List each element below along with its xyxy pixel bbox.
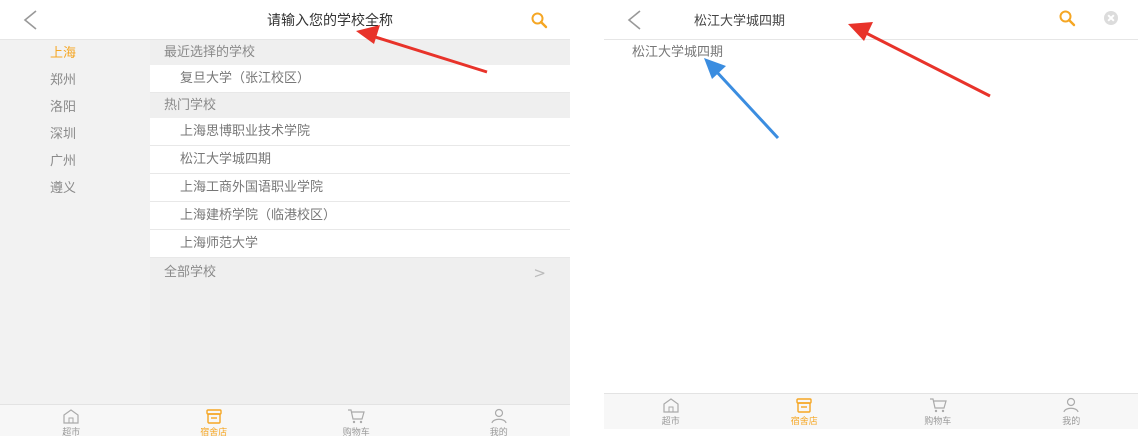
school-item[interactable]: 上海师范大学 xyxy=(150,230,570,258)
recent-schools-header: 最近选择的学校 xyxy=(150,40,570,65)
search-placeholder-title[interactable]: 请输入您的学校全称 xyxy=(150,10,510,30)
home-icon xyxy=(663,398,679,413)
tab-label: 购物车 xyxy=(924,417,952,427)
city-item-guangzhou[interactable]: 广州 xyxy=(0,148,150,175)
school-list: 最近选择的学校 复旦大学（张江校区） 热门学校 上海思博职业技术学院 松江大学城… xyxy=(150,40,570,404)
tab-label: 超市 xyxy=(661,417,680,427)
cart-icon xyxy=(348,409,366,424)
search-results-screen: 松江大学城四期 松江大学城四期 超市 宿舍店 购物车 我的 xyxy=(604,0,1138,436)
hot-schools-header: 热门学校 xyxy=(150,93,570,118)
city-item-shanghai[interactable]: 上海 xyxy=(0,40,150,67)
back-chevron-icon[interactable] xyxy=(20,8,42,32)
store-icon xyxy=(796,398,812,413)
tab-cart[interactable]: 购物车 xyxy=(871,394,1005,429)
tab-label: 我的 xyxy=(1062,417,1081,427)
school-item[interactable]: 上海建桥学院（临港校区） xyxy=(150,202,570,230)
all-schools-label: 全部学校 xyxy=(164,265,217,280)
tab-label: 我的 xyxy=(489,428,508,436)
home-icon xyxy=(63,409,79,424)
search-query-input[interactable]: 松江大学城四期 xyxy=(694,10,785,29)
tab-label: 宿舍店 xyxy=(790,417,818,427)
bottom-tab-bar: 超市 宿舍店 购物车 我的 xyxy=(0,404,570,436)
city-item-luoyang[interactable]: 洛阳 xyxy=(0,94,150,121)
clear-icon[interactable] xyxy=(1104,11,1118,25)
search-icon[interactable] xyxy=(1058,9,1076,27)
all-schools-row[interactable]: 全部学校 > xyxy=(150,258,570,288)
tab-label: 宿舍店 xyxy=(200,428,228,436)
city-item-zunyi[interactable]: 遵义 xyxy=(0,175,150,202)
school-select-screen: 请输入您的学校全称 上海 郑州 洛阳 深圳 广州 遵义 最近选择的学校 复旦大学… xyxy=(0,0,570,436)
result-item[interactable]: 松江大学城四期 xyxy=(604,40,1138,66)
tab-cart[interactable]: 购物车 xyxy=(285,405,428,436)
school-item[interactable]: 上海工商外国语职业学院 xyxy=(150,174,570,202)
city-item-shenzhen[interactable]: 深圳 xyxy=(0,121,150,148)
search-icon[interactable] xyxy=(530,11,548,29)
school-item[interactable]: 上海思博职业技术学院 xyxy=(150,118,570,146)
tab-dorm-store[interactable]: 宿舍店 xyxy=(143,405,286,436)
city-list: 上海 郑州 洛阳 深圳 广州 遵义 xyxy=(0,40,150,404)
tab-profile[interactable]: 我的 xyxy=(1005,394,1138,429)
bottom-tab-bar: 超市 宿舍店 购物车 我的 xyxy=(604,393,1138,429)
top-bar: 松江大学城四期 xyxy=(604,0,1138,40)
search-results-list: 松江大学城四期 xyxy=(604,40,1138,395)
store-icon xyxy=(206,409,222,424)
tab-label: 购物车 xyxy=(342,428,370,436)
tab-supermarket[interactable]: 超市 xyxy=(0,405,143,436)
tab-profile[interactable]: 我的 xyxy=(428,405,571,436)
cart-icon xyxy=(929,398,947,413)
tab-supermarket[interactable]: 超市 xyxy=(604,394,738,429)
profile-icon xyxy=(491,408,507,424)
back-chevron-icon[interactable] xyxy=(624,8,646,32)
city-item-zhengzhou[interactable]: 郑州 xyxy=(0,67,150,94)
tab-dorm-store[interactable]: 宿舍店 xyxy=(738,394,872,429)
school-item[interactable]: 复旦大学（张江校区） xyxy=(150,65,570,93)
tab-label: 超市 xyxy=(62,428,81,436)
top-bar: 请输入您的学校全称 xyxy=(0,0,570,40)
chevron-right-icon: > xyxy=(533,264,546,282)
school-item[interactable]: 松江大学城四期 xyxy=(150,146,570,174)
profile-icon xyxy=(1063,397,1079,413)
